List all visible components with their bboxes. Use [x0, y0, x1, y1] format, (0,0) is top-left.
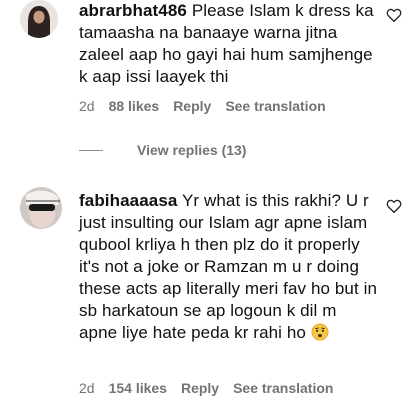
comment-age: 2d	[79, 380, 95, 396]
avatar[interactable]	[20, 187, 62, 229]
comment-meta: 2d 88 likes Reply See translation	[79, 98, 340, 114]
comment-username[interactable]: abrarbhat486	[79, 1, 187, 20]
comment-age: 2d	[79, 98, 95, 114]
reply-button[interactable]: Reply	[181, 380, 219, 396]
heart-outline-icon[interactable]	[385, 6, 403, 24]
see-translation-button[interactable]: See translation	[233, 380, 333, 396]
likes-count[interactable]: 154 likes	[109, 380, 167, 396]
comment-body: abrarbhat486 Please Islam k dress ka tam…	[79, 0, 379, 88]
avatar-hijab-image	[20, 0, 58, 38]
replies-divider	[79, 149, 103, 151]
reply-button[interactable]: Reply	[173, 98, 211, 114]
heart-outline-icon[interactable]	[385, 197, 403, 215]
comment-text: Yr what is this rakhi? U r just insultin…	[79, 191, 378, 342]
comment-meta: 2d 154 likes Reply See translation	[79, 380, 347, 396]
likes-count[interactable]: 88 likes	[109, 98, 160, 114]
avatar-sunglasses-image	[20, 187, 62, 229]
comment-body: fabihaaaasa Yr what is this rakhi? U r j…	[79, 190, 379, 344]
see-translation-button[interactable]: See translation	[225, 98, 325, 114]
avatar[interactable]	[20, 0, 58, 38]
view-replies-button[interactable]: View replies (13)	[79, 142, 246, 158]
worried-face-emoji-icon	[311, 323, 329, 341]
view-replies-label: View replies (13)	[137, 142, 247, 158]
comment-username[interactable]: fabihaaaasa	[79, 191, 177, 210]
